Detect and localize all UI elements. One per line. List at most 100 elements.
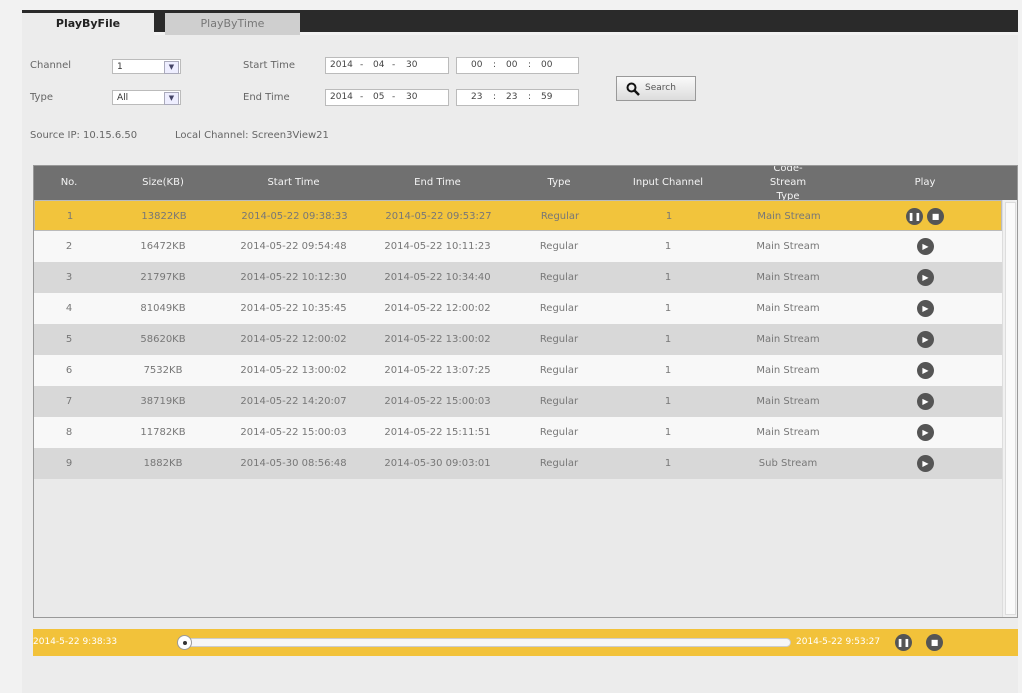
cell-code-stream-type: Main Stream <box>756 427 820 438</box>
header-input-channel: Input Channel <box>632 177 704 188</box>
cell-size: 38719KB <box>140 396 186 407</box>
playback-track[interactable] <box>179 638 791 647</box>
playback-slider-handle[interactable] <box>177 635 192 650</box>
table-row[interactable]: 7 38719KB 2014-05-22 14:20:07 2014-05-22 15… <box>34 386 1002 417</box>
start-hour[interactable]: 00 <box>471 58 482 73</box>
time-separator: : <box>493 92 497 102</box>
cell-type: Regular <box>540 211 580 222</box>
pause-icon[interactable]: ❚❚ <box>906 208 923 225</box>
table-row[interactable]: 9 1882KB 2014-05-30 08:56:48 2014-05-30 09:… <box>34 448 1002 479</box>
table-row[interactable]: 8 11782KB 2014-05-22 15:00:03 2014-05-22 15… <box>34 417 1002 448</box>
table-row[interactable]: 3 21797KB 2014-05-22 10:12:30 2014-05-22 10… <box>34 262 1002 293</box>
cell-size: 1882KB <box>143 458 183 469</box>
table-row[interactable]: 1 13822KB 2014-05-22 09:38:33 2014-05-22 09… <box>34 200 1002 231</box>
end-date-field[interactable]: 2014 - 05 - 30 <box>325 89 449 106</box>
cell-size: 21797KB <box>140 272 186 283</box>
play-icon[interactable]: ▶ <box>917 269 934 286</box>
start-time-field[interactable]: 00 : 00 : 00 <box>456 57 579 74</box>
cell-start-time: 2014-05-30 08:56:48 <box>240 458 347 469</box>
table-row[interactable]: 2 16472KB 2014-05-22 09:54:48 2014-05-22 10… <box>34 231 1002 262</box>
date-separator: - <box>360 60 364 70</box>
cell-no: 2 <box>65 241 73 252</box>
cell-end-time: 2014-05-30 09:03:01 <box>384 458 491 469</box>
date-separator: - <box>392 60 396 70</box>
cell-code-stream-type: Sub Stream <box>758 458 818 469</box>
cell-input-channel: 1 <box>664 396 672 407</box>
play-icon[interactable]: ▶ <box>917 393 934 410</box>
source-ip: Source IP: 10.15.6.50 <box>30 130 138 141</box>
end-time-field[interactable]: 23 : 23 : 59 <box>456 89 579 106</box>
table-row[interactable]: 5 58620KB 2014-05-22 12:00:02 2014-05-22 13… <box>34 324 1002 355</box>
start-year[interactable]: 2014 <box>330 58 353 73</box>
channel-select[interactable]: 1 ▼ <box>112 59 181 74</box>
cell-start-time: 2014-05-22 14:20:07 <box>240 396 347 407</box>
scrollbar-thumb[interactable] <box>1005 202 1016 615</box>
cell-start-time: 2014-05-22 13:00:02 <box>240 365 347 376</box>
time-separator: : <box>528 60 532 70</box>
end-month[interactable]: 05 <box>373 90 384 105</box>
chevron-down-icon[interactable]: ▼ <box>164 61 179 74</box>
cell-no: 6 <box>65 365 73 376</box>
cell-type: Regular <box>539 396 579 407</box>
play-icon[interactable]: ▶ <box>917 362 934 379</box>
cell-start-time: 2014-05-22 10:35:45 <box>240 303 347 314</box>
end-year[interactable]: 2014 <box>330 90 353 105</box>
date-separator: - <box>360 92 364 102</box>
cell-end-time: 2014-05-22 12:00:02 <box>384 303 491 314</box>
start-minute[interactable]: 00 <box>506 58 517 73</box>
end-time-label: End Time <box>243 92 290 103</box>
tab-playbyfile[interactable]: PlayByFile <box>22 13 154 35</box>
cell-end-time: 2014-05-22 15:11:51 <box>384 427 491 438</box>
cell-no: 4 <box>65 303 73 314</box>
cell-size: 58620KB <box>140 334 186 345</box>
cell-input-channel: 1 <box>664 458 672 469</box>
playback-start-time: 2014-5-22 9:38:33 <box>33 637 118 647</box>
cell-code-stream-type: Main Stream <box>756 241 820 252</box>
search-icon <box>626 82 640 96</box>
start-second[interactable]: 00 <box>541 58 552 73</box>
start-date-field[interactable]: 2014 - 04 - 30 <box>325 57 449 74</box>
cell-code-stream-type: Main Stream <box>756 334 820 345</box>
playback-end-time: 2014-5-22 9:53:27 <box>796 637 881 647</box>
end-hour[interactable]: 23 <box>471 90 482 105</box>
end-minute[interactable]: 23 <box>506 90 517 105</box>
end-day[interactable]: 30 <box>406 90 417 105</box>
tab-playbytime[interactable]: PlayByTime <box>165 13 300 35</box>
search-button[interactable]: Search <box>616 76 696 101</box>
stop-icon[interactable]: ■ <box>927 208 944 225</box>
cell-input-channel: 1 <box>665 211 673 222</box>
cell-no: 3 <box>65 272 73 283</box>
type-select[interactable]: All ▼ <box>112 90 181 105</box>
cell-no: 1 <box>66 211 74 222</box>
cell-code-stream-type: Main Stream <box>756 303 820 314</box>
play-icon[interactable]: ▶ <box>917 238 934 255</box>
stop-icon[interactable]: ■ <box>926 634 943 651</box>
table-row[interactable]: 6 7532KB 2014-05-22 13:00:02 2014-05-22 13:… <box>34 355 1002 386</box>
start-month[interactable]: 04 <box>373 58 384 73</box>
play-icon[interactable]: ▶ <box>917 300 934 317</box>
cell-type: Regular <box>539 303 579 314</box>
cell-size: 7532KB <box>143 365 183 376</box>
chevron-down-icon[interactable]: ▼ <box>164 92 179 105</box>
cell-size: 13822KB <box>141 211 187 222</box>
cell-end-time: 2014-05-22 13:00:02 <box>384 334 491 345</box>
cell-size: 11782KB <box>140 427 186 438</box>
play-icon[interactable]: ▶ <box>917 424 934 441</box>
cell-input-channel: 1 <box>664 272 672 283</box>
pause-icon[interactable]: ❚❚ <box>895 634 912 651</box>
vertical-scrollbar[interactable] <box>1002 200 1017 617</box>
cell-input-channel: 1 <box>664 427 672 438</box>
play-icon[interactable]: ▶ <box>917 331 934 348</box>
file-table: No. Size(KB) Start Time End Time Type In… <box>33 165 1018 618</box>
cell-type: Regular <box>539 241 579 252</box>
play-icon[interactable]: ▶ <box>917 455 934 472</box>
table-row[interactable]: 4 81049KB 2014-05-22 10:35:45 2014-05-22 12… <box>34 293 1002 324</box>
header-code-stream-type: Code-Stream Type <box>769 165 807 202</box>
cell-code-stream-type: Main Stream <box>757 211 821 222</box>
header-size: Size(KB) <box>142 177 184 188</box>
cell-no: 8 <box>65 427 73 438</box>
start-day[interactable]: 30 <box>406 58 417 73</box>
cell-type: Regular <box>539 458 579 469</box>
cell-end-time: 2014-05-22 10:34:40 <box>384 272 491 283</box>
end-second[interactable]: 59 <box>541 90 552 105</box>
